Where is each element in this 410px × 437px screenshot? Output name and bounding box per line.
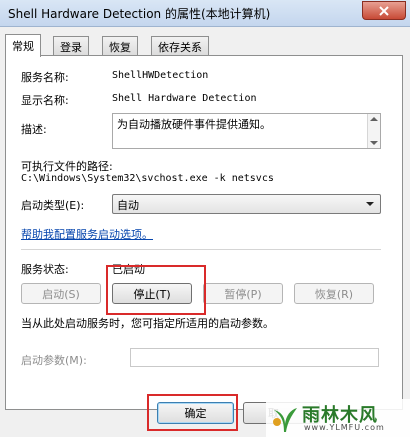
- resume-button-label: 恢复(R): [314, 287, 354, 301]
- tab-recovery-label: 恢复: [109, 41, 131, 54]
- display-name-label: 显示名称:: [21, 94, 69, 107]
- title-bar: Shell Hardware Detection 的属性(本地计算机): [0, 0, 410, 27]
- scroll-up-icon[interactable]: [370, 117, 378, 121]
- chevron-down-icon: [366, 202, 374, 206]
- stop-highlight-box: [106, 265, 206, 315]
- start-params-hint: 当从此处启动服务时，您可指定所适用的启动参数。: [21, 317, 274, 330]
- divider: [21, 249, 381, 250]
- startup-type-select[interactable]: 自动: [112, 194, 381, 214]
- startup-type-value: 自动: [117, 199, 139, 212]
- description-scrollbar[interactable]: [367, 114, 380, 148]
- close-icon: [379, 5, 389, 16]
- startup-type-label: 启动类型(E):: [21, 199, 85, 212]
- tab-general-label: 常规: [12, 40, 34, 53]
- exe-path-label: 可执行文件的路径:: [21, 160, 113, 173]
- start-button[interactable]: 启动(S): [21, 283, 101, 304]
- resume-button[interactable]: 恢复(R): [294, 283, 374, 304]
- tab-general[interactable]: 常规: [5, 34, 41, 57]
- help-config-link[interactable]: 帮助我配置服务启动选项。: [21, 226, 153, 242]
- start-button-label: 启动(S): [42, 287, 80, 301]
- pause-button[interactable]: 暂停(P): [203, 283, 283, 304]
- window-title: Shell Hardware Detection 的属性(本地计算机): [8, 7, 271, 21]
- start-params-label: 启动参数(M):: [21, 354, 87, 367]
- watermark-url: www.YLMFU.com: [304, 423, 385, 432]
- scroll-down-icon[interactable]: [370, 141, 378, 145]
- start-params-input[interactable]: [130, 348, 379, 367]
- pause-button-label: 暂停(P): [224, 287, 262, 301]
- description-box[interactable]: 为自动播放硬件事件提供通知。: [112, 113, 381, 149]
- close-button[interactable]: [362, 1, 406, 20]
- tab-dependencies[interactable]: 依存关系: [151, 36, 209, 55]
- description-text: 为自动播放硬件事件提供通知。: [117, 118, 271, 131]
- tab-dependencies-label: 依存关系: [158, 41, 202, 54]
- service-status-label: 服务状态:: [21, 263, 69, 276]
- leaf-logo-icon: [273, 408, 297, 432]
- service-name-value: ShellHWDetection: [112, 70, 209, 81]
- general-panel: 服务名称: ShellHWDetection 显示名称: Shell Hardw…: [5, 55, 403, 410]
- tab-logon[interactable]: 登录: [53, 36, 89, 55]
- tab-recovery[interactable]: 恢复: [102, 36, 138, 55]
- ok-highlight-box: [147, 394, 238, 431]
- tab-logon-label: 登录: [60, 41, 82, 54]
- watermark: 雨林木风 www.YLMFU.com: [266, 399, 410, 437]
- display-name-value: Shell Hardware Detection: [112, 93, 257, 104]
- dialog-client: 常规 登录 恢复 依存关系 服务名称: ShellHWDetection 显示名…: [0, 27, 410, 437]
- exe-path-value: C:\Windows\System32\svchost.exe -k netsv…: [21, 173, 274, 184]
- description-label: 描述:: [21, 123, 47, 136]
- service-name-label: 服务名称:: [21, 71, 69, 84]
